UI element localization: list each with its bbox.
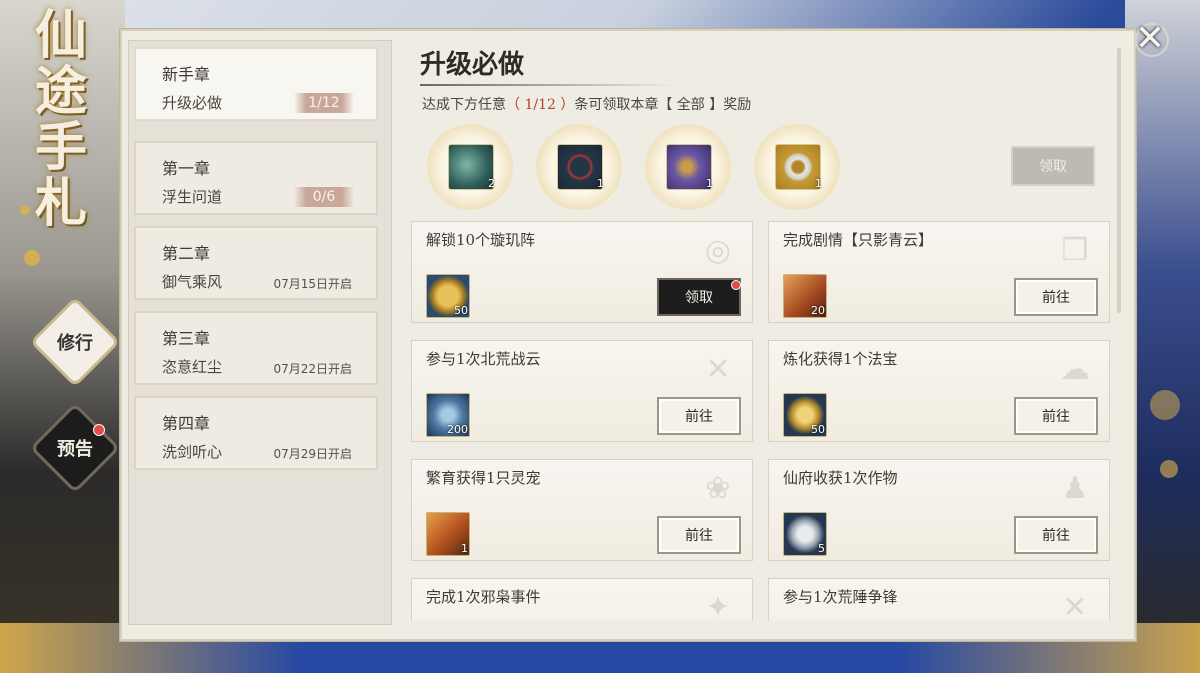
chapter-reward-condition: 达成下方任意（ 1/12 ）条可领取本章【 全部 】奖励 [422,94,751,114]
task-watermark-icon: ♟ [1061,470,1089,506]
chapter-subtitle: 浮生问道 [162,188,223,206]
title-char: 手 [34,117,87,178]
chapter-item-3[interactable]: 第三章 恣意红尘 07月22日开启 [134,311,378,385]
task-title: 炼化获得1个法宝 [783,350,898,368]
task-title: 仙府收获1次作物 [783,469,898,487]
silver-pouch-icon[interactable]: 5 [783,512,827,556]
chapter-subtitle: 洗剑听心 [162,443,223,461]
gold-fleck-decor [1160,460,1178,478]
condition-text: 条可领取本章【 全部 】奖励 [574,97,752,113]
go-button[interactable]: 前往 [657,516,741,554]
chapter-title: 第四章 [162,414,211,433]
task-card: 仙府收获1次作物 ♟ 5 前往 [768,459,1110,561]
chapter-open-date: 07月22日开启 [273,362,352,376]
task-grid: 解锁10个璇玑阵 ◎ 50 领取 完成剧情【只影青云】 ❐ 20 前往 参与1次… [411,221,1111,621]
task-card: 完成1次邪枭事件 ✦ [411,578,753,621]
task-title: 参与1次北荒战云 [426,350,541,368]
condition-progress: （ 1/12 ） [506,97,575,113]
page-title: 升级必做 [420,50,525,80]
chapter-title: 第二章 [162,244,211,263]
talisman-icon[interactable]: 1 [426,512,470,556]
claim-all-button[interactable]: 领取 [1011,146,1095,186]
go-button[interactable]: 前往 [657,397,741,435]
chapter-item-newbie[interactable]: 新手章 升级必做 1/12 [134,47,378,121]
chapter-reward-item[interactable]: 1 [754,124,840,210]
task-title: 参与1次荒陲争锋 [783,588,898,606]
chapter-subtitle: 恣意红尘 [162,358,223,376]
chapter-reward-item[interactable]: 2 [427,124,513,210]
task-card: 完成剧情【只影青云】 ❐ 20 前往 [768,221,1110,323]
claim-button[interactable]: 领取 [657,278,741,316]
reward-count: 1 [706,177,713,190]
chapter-item-2[interactable]: 第二章 御气乘风 07月15日开启 [134,226,378,300]
chapter-title: 第三章 [162,329,211,348]
chapter-list: 新手章 升级必做 1/12 第一章 浮生问道 0/6 第二章 御气乘风 07月1… [128,40,392,625]
right-decor-background [1125,0,1200,673]
chapter-open-date: 07月29日开启 [273,447,352,461]
cultivation-tab-label: 修行 [57,333,93,354]
reward-count: 1 [815,177,822,190]
task-watermark-icon: ❀ [705,470,731,506]
reward-count: 200 [447,423,468,436]
task-card: 参与1次荒陲争锋 ✕ [768,578,1110,621]
condition-text: 达成下方任意 [422,97,506,113]
task-card: 繁育获得1只灵宠 ❀ 1 前往 [411,459,753,561]
gold-ingot-icon[interactable]: 50 [783,393,827,437]
chapter-subtitle: 升级必做 [162,94,223,112]
spirit-stone-icon[interactable]: 200 [426,393,470,437]
chapter-reward-item[interactable]: 1 [536,124,622,210]
game-title-calligraphy: 仙 途 手 札 [6,8,116,248]
chapter-title: 新手章 [162,65,211,84]
gold-fleck-decor [24,250,40,266]
close-icon[interactable]: ✕ [1130,18,1170,59]
gold-coin-icon[interactable]: 50 [426,274,470,318]
chapter-progress: 0/6 [294,187,354,207]
go-button[interactable]: 前往 [1014,397,1098,435]
title-char: 札 [34,173,87,234]
reward-count: 20 [811,304,825,317]
task-scrollbar[interactable] [1117,48,1121,313]
reward-count: 5 [818,542,825,555]
task-card: 炼化获得1个法宝 ☁ 50 前往 [768,340,1110,442]
scroll-icon[interactable]: 20 [783,274,827,318]
task-card: 参与1次北荒战云 ✕ 200 前往 [411,340,753,442]
title-char: 仙 [34,5,87,66]
chapter-item-1[interactable]: 第一章 浮生问道 0/6 [134,141,378,215]
task-watermark-icon: ❐ [1061,232,1089,268]
reward-count: 50 [811,423,825,436]
chapter-subtitle: 御气乘风 [162,273,223,291]
reward-count: 1 [597,177,604,190]
gold-fleck-decor [1150,390,1180,420]
reward-count: 50 [454,304,468,317]
task-watermark-icon: ✦ [705,589,731,622]
chapter-title: 第一章 [162,159,211,178]
title-char: 途 [34,61,87,122]
task-title: 完成1次邪枭事件 [426,588,541,606]
notification-dot [731,280,741,290]
task-watermark-icon: ✕ [705,351,731,387]
reward-count: 1 [461,542,468,555]
go-button[interactable]: 前往 [1014,516,1098,554]
chapter-open-date: 07月15日开启 [273,277,352,291]
reward-count: 2 [488,177,495,190]
go-button[interactable]: 前往 [1014,278,1098,316]
task-card: 解锁10个璇玑阵 ◎ 50 领取 [411,221,753,323]
chapter-progress: 1/12 [294,93,354,113]
task-watermark-icon: ◎ [704,232,732,268]
task-watermark-icon: ✕ [1062,589,1088,622]
task-title: 完成剧情【只影青云】 [783,231,934,249]
title-divider [420,84,675,86]
notification-dot [93,424,105,436]
task-title: 解锁10个璇玑阵 [426,231,536,249]
task-watermark-icon: ☁ [1060,351,1090,387]
chapter-reward-item[interactable]: 1 [645,124,731,210]
chapter-item-4[interactable]: 第四章 洗剑听心 07月29日开启 [134,396,378,470]
task-title: 繁育获得1只灵宠 [426,469,541,487]
